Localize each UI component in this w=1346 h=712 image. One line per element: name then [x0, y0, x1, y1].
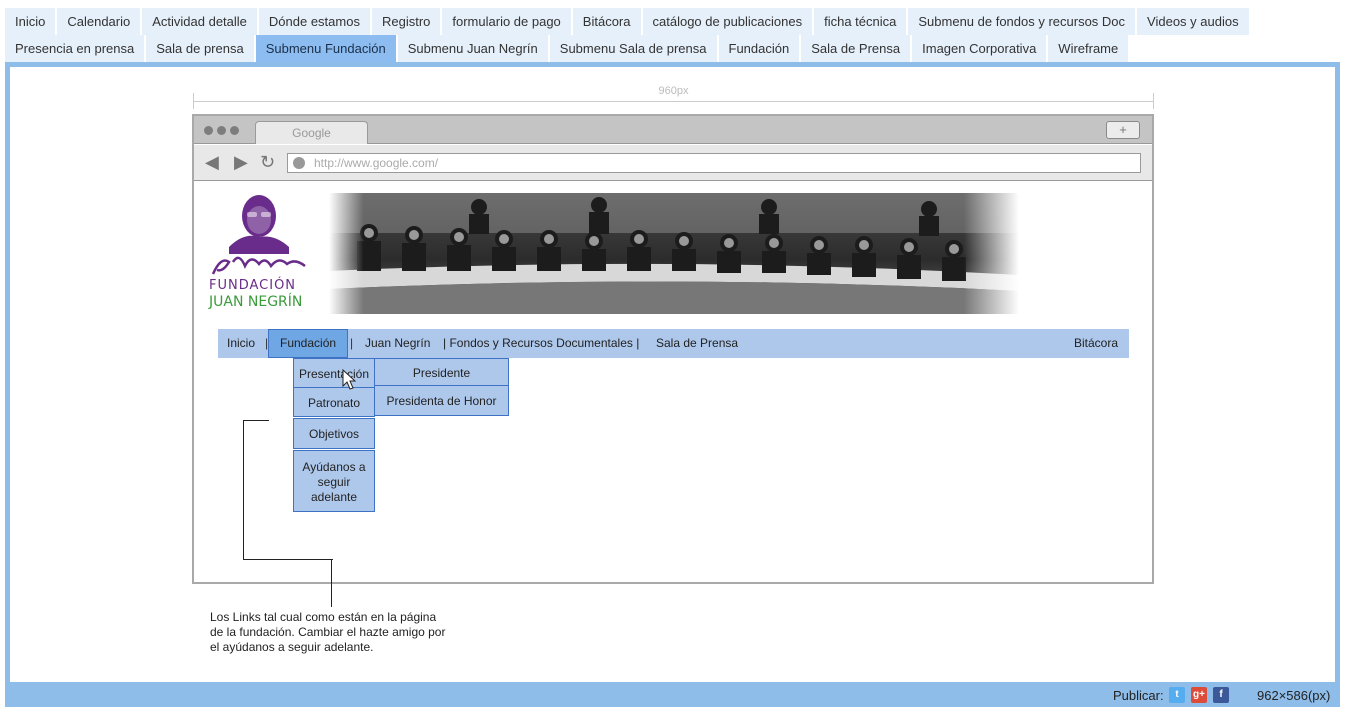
google-plus-icon[interactable]: g+ — [1191, 687, 1207, 703]
url-text: http://www.google.com/ — [314, 156, 439, 170]
connector-line — [243, 559, 333, 560]
tab-sala-de-prensa[interactable]: Sala de prensa — [146, 35, 254, 62]
site-menu-bar: Inicio | Fundación | Juan Negrín | Fondo… — [218, 329, 1129, 512]
menu-juan-negrin[interactable]: Juan Negrín — [365, 329, 430, 358]
site-icon — [293, 157, 305, 169]
tab-donde-estamos[interactable]: Dónde estamos — [258, 8, 370, 35]
dropdown-item-presentacion[interactable]: Presentación — [293, 358, 375, 388]
tab-submenu-juan-negrin[interactable]: Submenu Juan Negrín — [397, 35, 548, 62]
connector-line — [243, 420, 269, 421]
browser-tab[interactable]: Google — [255, 121, 368, 144]
tab-imagen-corporativa[interactable]: Imagen Corporativa — [912, 35, 1047, 62]
publicar-label: Publicar: — [1113, 688, 1164, 703]
tab-row-1: Inicio Calendario Actividad detalle Dónd… — [5, 8, 1251, 35]
browser-window: Google + ◀ ▶ ↻ http://www.google.com/ FU… — [192, 114, 1154, 584]
ruler-tick-left — [193, 93, 194, 109]
window-dot — [217, 126, 226, 135]
window-dot — [230, 126, 239, 135]
back-arrow-icon[interactable]: ◀ — [205, 153, 219, 171]
ruler-line — [193, 101, 1154, 102]
annotation-note: Los Links tal cual como están en la pági… — [210, 610, 465, 655]
note-line: el ayúdanos a seguir adelante. — [210, 640, 374, 654]
tab-formulario-de-pago[interactable]: formulario de pago — [442, 8, 571, 35]
dropdown-item-objetivos[interactable]: Objetivos — [293, 418, 375, 449]
tab-actividad-detalle[interactable]: Actividad detalle — [142, 8, 257, 35]
tab-submenu-sala-de-prensa[interactable]: Submenu Sala de prensa — [549, 35, 717, 62]
new-tab-button[interactable]: + — [1106, 121, 1140, 139]
tab-submenu-fundacion[interactable]: Submenu Fundación — [255, 35, 396, 62]
ruler-label: 960px — [658, 85, 689, 97]
logo-line-1: FUNDACIÓN — [209, 278, 297, 293]
connector-line — [243, 420, 244, 560]
dropdown-item-ayudanos[interactable]: Ayúdanos a seguir adelante — [293, 450, 375, 512]
tab-fundacion[interactable]: Fundación — [718, 35, 800, 62]
menu-separator: | — [350, 336, 354, 350]
tab-bitacora[interactable]: Bitácora — [572, 8, 641, 35]
dimensions-label: 962×586(px) — [1257, 688, 1331, 703]
note-line: de la fundación. Cambiar el hazte amigo … — [210, 625, 446, 639]
tab-inicio[interactable]: Inicio — [5, 8, 56, 35]
submenu-item-presidente[interactable]: Presidente — [374, 358, 509, 386]
logo-line-2: JUAN NEGRÍN — [209, 294, 303, 310]
tab-catalogo-de-publicaciones[interactable]: catálogo de publicaciones — [642, 8, 813, 35]
tab-videos-y-audios[interactable]: Videos y audios — [1137, 8, 1249, 35]
connector-line — [331, 559, 332, 607]
frame-footer: Publicar: t g+ f 962×586(px) — [5, 682, 1340, 707]
tab-sala-de-prensa-2[interactable]: Sala de Prensa — [801, 35, 911, 62]
tab-presencia-en-prensa[interactable]: Presencia en prensa — [5, 35, 145, 62]
url-bar[interactable]: http://www.google.com/ — [287, 153, 1141, 173]
assembly-photo — [329, 193, 1019, 314]
twitter-icon[interactable]: t — [1169, 687, 1185, 703]
facebook-icon[interactable]: f — [1213, 687, 1229, 703]
tab-calendario[interactable]: Calendario — [57, 8, 141, 35]
tab-wireframe[interactable]: Wireframe — [1048, 35, 1129, 62]
width-ruler: 960px — [193, 84, 1154, 109]
menu-inicio[interactable]: Inicio — [227, 329, 255, 358]
menu-bitacora[interactable]: Bitácora — [1074, 329, 1118, 358]
browser-titlebar: Google + — [194, 116, 1152, 144]
tab-submenu-fondos[interactable]: Submenu de fondos y recursos Doc — [908, 8, 1136, 35]
tab-ficha-tecnica[interactable]: ficha técnica — [814, 8, 907, 35]
reload-icon[interactable]: ↻ — [260, 153, 275, 171]
window-dot — [204, 126, 213, 135]
tab-registro[interactable]: Registro — [371, 8, 441, 35]
menu-fundacion[interactable]: Fundación — [268, 329, 349, 358]
logo-portrait-icon — [211, 195, 306, 275]
header-photo — [329, 193, 1019, 314]
tab-row-2: Presencia en prensa Sala de prensa Subme… — [5, 35, 1130, 62]
dropdown-item-patronato[interactable]: Patronato — [293, 387, 375, 417]
note-line: Los Links tal cual como están en la pági… — [210, 610, 437, 624]
menu-fondos[interactable]: | Fondos y Recursos Documentales | — [443, 329, 639, 358]
submenu-item-presidenta-de-honor[interactable]: Presidenta de Honor — [374, 385, 509, 416]
ruler-tick-right — [1153, 93, 1154, 109]
mouse-pointer-icon — [342, 369, 356, 390]
menu-sala-de-prensa[interactable]: Sala de Prensa — [656, 329, 738, 358]
fundacion-logo[interactable]: FUNDACIÓN JUAN NEGRÍN — [209, 192, 311, 314]
forward-arrow-icon[interactable]: ▶ — [234, 153, 248, 171]
browser-navbar: ◀ ▶ ↻ http://www.google.com/ — [194, 145, 1152, 181]
